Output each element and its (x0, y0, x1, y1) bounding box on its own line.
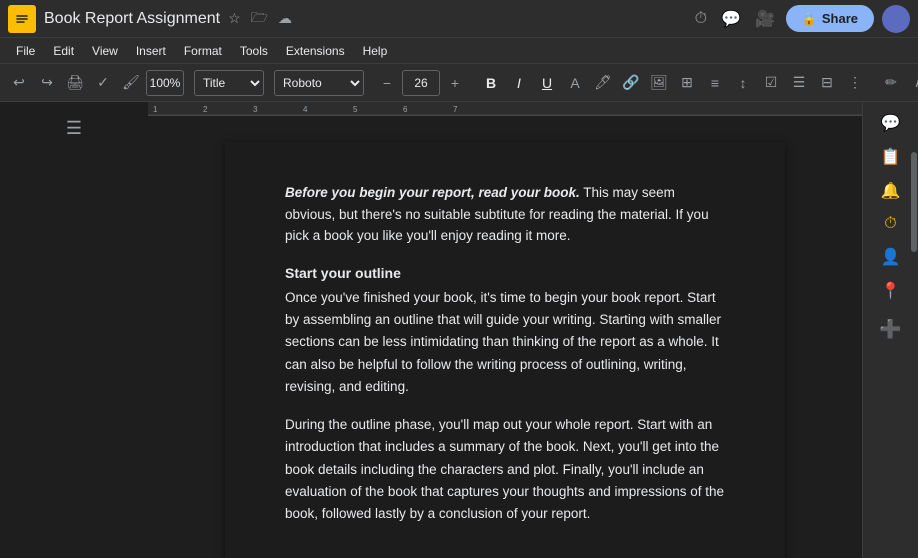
menu-bar: File Edit View Insert Format Tools Exten… (0, 38, 918, 64)
menu-help[interactable]: Help (355, 42, 396, 60)
videocam-icon[interactable]: 🎥 (752, 6, 778, 32)
pen-button[interactable]: ✏ (878, 70, 904, 95)
bold-button[interactable]: B (478, 71, 504, 95)
star-icon[interactable]: ☆ (226, 8, 243, 29)
font-size-input[interactable] (402, 70, 440, 96)
comments-panel-icon[interactable]: 💬 (878, 110, 904, 136)
contacts-icon[interactable]: 👤 (878, 244, 904, 270)
title-bar: Book Report Assignment ☆ 🗁 ☁ ⏱ 💬 🎥 🔒 Sha… (0, 0, 918, 38)
menu-tools[interactable]: Tools (232, 42, 276, 60)
scrollbar-thumb[interactable] (911, 152, 917, 252)
toolbar: ↩ ↪ 🖨 ✓ 🖌 Title Normal text Heading 1 Ro… (0, 64, 918, 102)
zoom-input[interactable] (146, 70, 184, 96)
menu-extensions[interactable]: Extensions (278, 42, 353, 60)
left-panel: ☰ (0, 102, 148, 558)
folder-icon[interactable]: 🗁 (249, 5, 270, 33)
clipboard-icon[interactable]: 📋 (878, 144, 904, 170)
decrease-font-button[interactable]: − (374, 71, 400, 95)
document-title: Book Report Assignment (44, 10, 220, 28)
add-icon[interactable]: ➕ (876, 316, 904, 343)
image-button[interactable]: 🖼 (646, 70, 672, 95)
header-right: ⏱ 💬 🎥 🔒 Share (692, 5, 910, 33)
align-button[interactable]: ≡ (702, 71, 728, 95)
section1-heading: Start your outline (285, 265, 725, 281)
document-area[interactable]: 1 2 3 4 5 6 7 Before you begin your repo… (148, 102, 862, 558)
menu-edit[interactable]: Edit (45, 42, 82, 60)
doc-icon (8, 5, 36, 33)
outline-icon[interactable]: ☰ (58, 110, 90, 147)
list-button[interactable]: ☰ (786, 70, 812, 95)
document-page: Before you begin your report, read your … (225, 142, 785, 558)
user-avatar[interactable] (882, 5, 910, 33)
highlight-button[interactable]: 🖊 (590, 70, 616, 95)
paragraph-style-select[interactable]: Title Normal text Heading 1 (194, 70, 264, 96)
lock-icon: 🔒 (802, 12, 817, 26)
section1-body2: During the outline phase, you'll map out… (285, 414, 725, 525)
svg-text:7: 7 (453, 105, 458, 114)
underline-button[interactable]: U (534, 71, 560, 95)
history-icon[interactable]: ⏱ (692, 7, 710, 31)
section1-body1: Once you've finished your book, it's tim… (285, 287, 725, 398)
svg-text:4: 4 (303, 105, 308, 114)
line-spacing-button[interactable]: ↕ (730, 71, 756, 95)
scrollbar-track[interactable] (910, 102, 918, 558)
font-family-select[interactable]: Roboto Arial Times New Roman (274, 70, 364, 96)
spellcheck-button[interactable]: ✓ (90, 70, 116, 95)
right-sidebar: 💬 📋 🔔 ⏱ 👤 📍 ➕ (862, 102, 918, 558)
main-area: ☰ 1 2 3 4 5 6 7 Before you begin your re… (0, 102, 918, 558)
zoom-control (146, 70, 184, 96)
undo-button[interactable]: ↩ (6, 70, 32, 95)
share-label: Share (822, 11, 858, 26)
checklist-button[interactable]: ☑ (758, 70, 784, 95)
menu-view[interactable]: View (84, 42, 126, 60)
svg-text:3: 3 (253, 105, 258, 114)
paint-format-button[interactable]: 🖌 (118, 70, 144, 95)
intro-bold-text: Before you begin your report, read your … (285, 185, 580, 200)
italic-button[interactable]: I (506, 71, 532, 95)
cloud-icon[interactable]: ☁ (276, 8, 294, 29)
increase-font-button[interactable]: + (442, 71, 468, 95)
maps-icon[interactable]: 📍 (878, 278, 904, 304)
chat-icon[interactable]: 💬 (718, 6, 744, 32)
redo-button[interactable]: ↪ (34, 70, 60, 95)
title-icons: ☆ 🗁 ☁ (226, 5, 294, 33)
collapse-button[interactable]: ∧ (906, 70, 918, 95)
menu-insert[interactable]: Insert (128, 42, 174, 60)
intro-paragraph: Before you begin your report, read your … (285, 182, 725, 247)
svg-text:6: 6 (403, 105, 408, 114)
notification-icon[interactable]: 🔔 (878, 178, 904, 204)
share-button[interactable]: 🔒 Share (786, 5, 874, 32)
svg-text:5: 5 (353, 105, 358, 114)
table-button[interactable]: ⊞ (674, 70, 700, 95)
svg-text:2: 2 (203, 105, 208, 114)
text-color-button[interactable]: A (562, 71, 588, 95)
indent-button[interactable]: ⊟ (814, 70, 840, 95)
svg-text:1: 1 (153, 105, 158, 114)
link-button[interactable]: 🔗 (618, 70, 644, 95)
menu-format[interactable]: Format (176, 42, 230, 60)
more-options-button[interactable]: ⋮ (842, 70, 868, 95)
page-container: Before you begin your report, read your … (148, 114, 862, 558)
timer-icon[interactable]: ⏱ (881, 212, 899, 236)
ruler: 1 2 3 4 5 6 7 (148, 102, 862, 116)
print-button[interactable]: 🖨 (62, 70, 88, 95)
menu-file[interactable]: File (8, 42, 43, 60)
